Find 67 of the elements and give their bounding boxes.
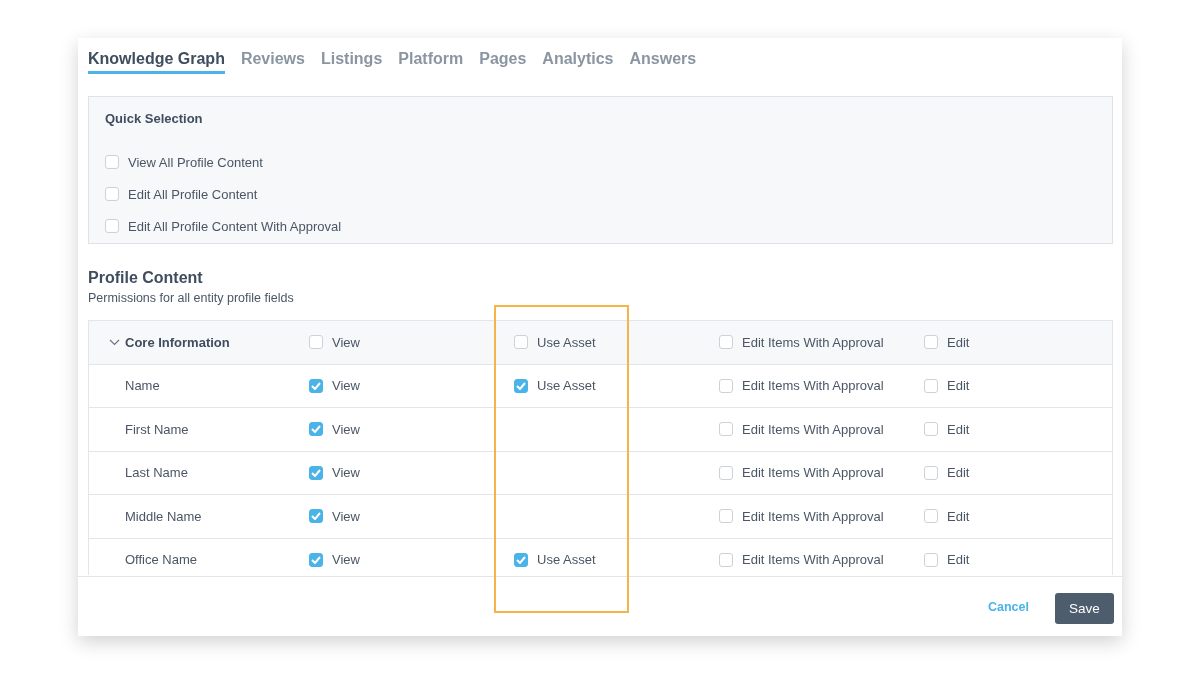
checkbox[interactable] bbox=[514, 378, 528, 393]
checkbox-label: Edit bbox=[947, 508, 970, 524]
checkbox[interactable] bbox=[309, 378, 323, 393]
checkbox[interactable] bbox=[719, 509, 733, 524]
checkbox[interactable] bbox=[924, 552, 938, 567]
checkbox-label: Edit bbox=[947, 378, 970, 394]
checkbox-label: Edit bbox=[947, 421, 970, 437]
checkbox[interactable] bbox=[924, 509, 938, 524]
checkbox[interactable] bbox=[309, 335, 323, 350]
field-name: Office Name bbox=[125, 552, 197, 568]
checkbox[interactable] bbox=[105, 155, 119, 169]
field-name: First Name bbox=[125, 421, 189, 437]
checkbox[interactable] bbox=[924, 465, 938, 480]
chevron-icon[interactable] bbox=[109, 338, 120, 346]
checkbox[interactable] bbox=[309, 552, 323, 567]
nav-tab[interactable]: Analytics bbox=[542, 49, 614, 74]
checkbox[interactable] bbox=[105, 187, 119, 201]
nav-tab[interactable]: Platform bbox=[398, 49, 464, 74]
checkbox-label: Use Asset bbox=[537, 378, 596, 394]
checkbox[interactable] bbox=[719, 465, 733, 480]
checkbox-label: Use Asset bbox=[537, 334, 596, 350]
checkbox-label: Edit Items With Approval bbox=[742, 508, 884, 524]
field-name: Name bbox=[125, 378, 160, 394]
checkbox[interactable] bbox=[924, 335, 938, 350]
checkbox-label: View All Profile Content bbox=[128, 154, 263, 170]
checkbox[interactable] bbox=[924, 422, 938, 437]
checkbox-label: Edit Items With Approval bbox=[742, 465, 884, 481]
checkbox-label: View bbox=[332, 421, 360, 437]
field-name: Middle Name bbox=[125, 508, 202, 524]
checkbox[interactable] bbox=[719, 378, 733, 393]
field-name: Last Name bbox=[125, 465, 188, 481]
nav-tab[interactable]: Answers bbox=[629, 49, 697, 74]
checkbox-label: Edit bbox=[947, 552, 970, 568]
save-button[interactable]: Save bbox=[1055, 592, 1114, 624]
checkbox[interactable] bbox=[719, 422, 733, 437]
group-name: Core Information bbox=[125, 334, 230, 350]
checkbox[interactable] bbox=[514, 552, 528, 567]
checkbox-label: View bbox=[332, 334, 360, 350]
checkbox-label: View bbox=[332, 552, 360, 568]
checkbox[interactable] bbox=[719, 552, 733, 567]
checkbox-label: Use Asset bbox=[537, 552, 596, 568]
checkbox[interactable] bbox=[309, 422, 323, 437]
checkbox-label: Edit bbox=[947, 465, 970, 481]
checkbox-label: Edit Items With Approval bbox=[742, 552, 884, 568]
checkbox[interactable] bbox=[719, 335, 733, 350]
checkbox[interactable] bbox=[309, 465, 323, 480]
nav-tab[interactable]: Reviews bbox=[240, 49, 305, 74]
checkbox-label: Edit Items With Approval bbox=[742, 334, 884, 350]
checkbox[interactable] bbox=[105, 219, 119, 233]
nav-tab[interactable]: Pages bbox=[479, 49, 527, 74]
checkbox-label: Edit Items With Approval bbox=[742, 378, 884, 394]
section-title: Quick Selection bbox=[105, 111, 203, 126]
checkbox-label: View bbox=[332, 508, 360, 524]
checkbox[interactable] bbox=[309, 509, 323, 524]
checkbox-label: Edit Items With Approval bbox=[742, 421, 884, 437]
checkbox[interactable] bbox=[514, 335, 528, 350]
cancel-link[interactable]: Cancel bbox=[982, 598, 1035, 615]
checkbox[interactable] bbox=[924, 378, 938, 393]
nav-tab[interactable]: Knowledge Graph bbox=[88, 49, 225, 74]
checkbox-label: View bbox=[332, 378, 360, 394]
section-subtitle: Permissions for all entity profile fields bbox=[88, 291, 294, 305]
nav-tab[interactable]: Listings bbox=[320, 49, 383, 74]
checkbox-label: Edit All Profile Content With Approval bbox=[128, 218, 342, 234]
checkbox-label: Edit bbox=[947, 334, 970, 350]
checkbox-label: Edit All Profile Content bbox=[128, 186, 258, 202]
checkbox-label: View bbox=[332, 465, 360, 481]
section-title: Profile Content bbox=[88, 269, 203, 287]
